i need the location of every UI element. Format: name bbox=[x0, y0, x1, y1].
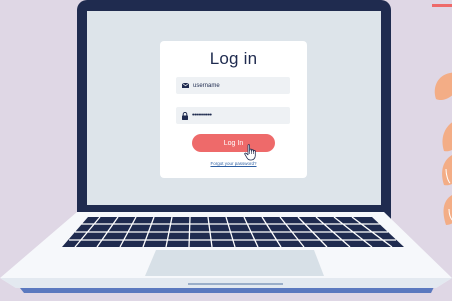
laptop-keyboard bbox=[62, 216, 404, 248]
laptop-trackpad bbox=[145, 250, 324, 276]
scene: Log in username •••••••••• Log In Forgot… bbox=[0, 0, 452, 301]
laptop-base bbox=[0, 212, 452, 293]
